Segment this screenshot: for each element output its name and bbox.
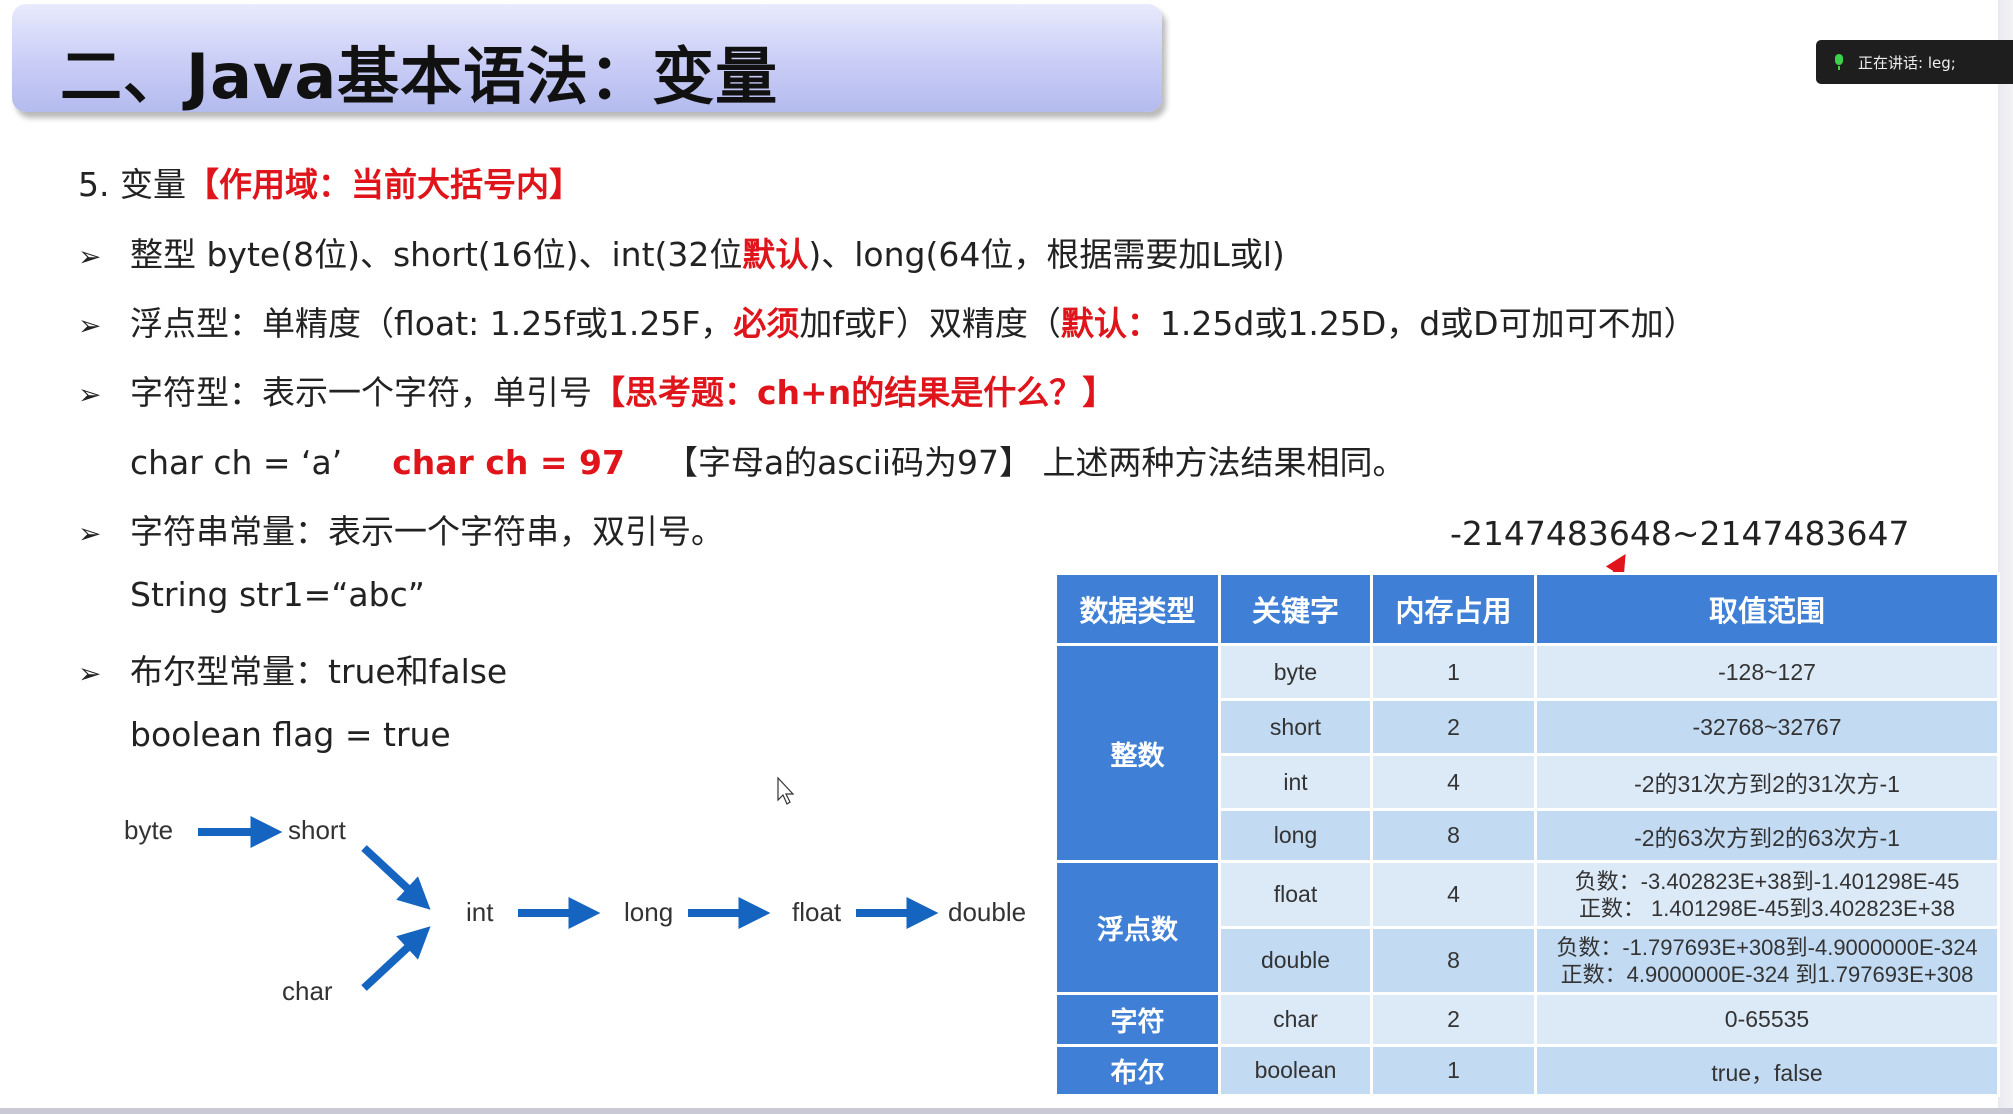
integer-text-1: 整型 byte(8位)、short(16位)、int(32位 bbox=[130, 235, 743, 274]
window-edge bbox=[1998, 0, 2013, 1114]
cell-keyword: double bbox=[1218, 926, 1373, 995]
float-default: 默认： bbox=[1060, 304, 1160, 343]
arrow-short-int bbox=[361, 845, 431, 910]
cell-range: 负数：-1.797693E+308到-4.9000000E-324 正数：4.9… bbox=[1534, 926, 2000, 995]
integer-default: 默认 bbox=[742, 235, 809, 274]
cell-size: 4 bbox=[1370, 860, 1537, 929]
range-negative: 负数：-1.797693E+308到-4.9000000E-324 bbox=[1556, 934, 1978, 960]
float-must: 必须 bbox=[733, 304, 800, 343]
table-row: 字符 char 2 0-65535 bbox=[1054, 992, 2000, 1047]
conv-double: double bbox=[948, 897, 1027, 927]
speaking-text: 正在讲话: leg; bbox=[1858, 53, 1956, 72]
conv-short: short bbox=[288, 815, 346, 845]
cell-size: 2 bbox=[1370, 992, 1537, 1047]
category-float: 浮点数 bbox=[1054, 860, 1221, 995]
title-bar: 二、Java基本语法：变量 bbox=[12, 4, 1162, 113]
conv-float: float bbox=[792, 897, 842, 927]
slide-title: 二、Java基本语法：变量 bbox=[60, 40, 779, 113]
boolean-example: boolean flag = true bbox=[130, 715, 451, 754]
table-header-row: 数据类型 关键字 内存占用 取值范围 bbox=[1054, 572, 2000, 646]
char-example-line: char ch = ‘a’ char ch = 97 【字母a的ascii码为97】… bbox=[130, 436, 1406, 484]
header-keyword: 关键字 bbox=[1218, 572, 1373, 646]
category-integer: 整数 bbox=[1054, 643, 1221, 863]
float-line: ➢ 浮点型：单精度（float: 1.25f或1.25F，必须加f或F）双精度（默… bbox=[78, 297, 1697, 345]
microphone-icon bbox=[1834, 54, 1844, 70]
window-bottom-edge bbox=[0, 1108, 2013, 1114]
cell-keyword: byte bbox=[1218, 643, 1373, 701]
conv-char: char bbox=[282, 976, 333, 1006]
cell-size: 4 bbox=[1370, 753, 1537, 811]
conv-int: int bbox=[466, 897, 494, 927]
cell-range: true，false bbox=[1534, 1044, 2000, 1097]
header-type: 数据类型 bbox=[1054, 572, 1221, 646]
cell-range: 负数：-3.402823E+38到-1.401298E-45 正数： 1.401… bbox=[1534, 860, 2000, 929]
cell-keyword: int bbox=[1218, 753, 1373, 811]
arrow-bullet-icon: ➢ bbox=[78, 240, 102, 273]
boolean-example-line: boolean flag = true bbox=[130, 715, 451, 754]
table-row: 整数 byte 1 -128~127 bbox=[1054, 643, 2000, 863]
cell-keyword: float bbox=[1218, 860, 1373, 929]
boolean-line: ➢ 布尔型常量：true和false bbox=[78, 645, 507, 693]
float-text-1: 浮点型：单精度（float: 1.25f或1.25F， bbox=[130, 304, 734, 343]
table-row: 布尔 boolean 1 true，false bbox=[1054, 1044, 2000, 1097]
header-memory: 内存占用 bbox=[1370, 572, 1537, 646]
char-example-1: char ch = ‘a’ bbox=[130, 443, 343, 482]
cell-size: 2 bbox=[1370, 698, 1537, 756]
string-example: String str1=“abc” bbox=[130, 575, 425, 614]
arrow-char-int bbox=[361, 926, 431, 991]
cell-size: 1 bbox=[1370, 1044, 1537, 1097]
float-text-2: 加f或F）双精度（ bbox=[799, 304, 1061, 343]
section-prefix: 5. 变量 bbox=[78, 165, 186, 204]
conv-long: long bbox=[624, 897, 674, 927]
char-line: ➢ 字符型：表示一个字符，单引号【思考题：ch+n的结果是什么？】 bbox=[78, 366, 1115, 414]
range-positive: 正数：4.9000000E-324 到1.797693E+308 bbox=[1560, 961, 1974, 987]
category-char: 字符 bbox=[1054, 992, 1221, 1047]
range-negative: 负数：-3.402823E+38到-1.401298E-45 bbox=[1574, 868, 1960, 894]
char-text-1: 字符型：表示一个字符，单引号 bbox=[130, 373, 592, 412]
string-example-line: String str1=“abc” bbox=[130, 575, 425, 614]
cell-range: -32768~32767 bbox=[1534, 698, 2000, 756]
cell-size: 8 bbox=[1370, 926, 1537, 995]
header-range: 取值范围 bbox=[1534, 572, 2000, 646]
cell-size: 8 bbox=[1370, 808, 1537, 863]
mouse-cursor-icon bbox=[777, 776, 795, 805]
cell-size: 1 bbox=[1370, 643, 1537, 701]
cell-keyword: char bbox=[1218, 992, 1373, 1047]
float-text-3: 1.25d或1.25D，d或D可加可不加） bbox=[1159, 304, 1697, 343]
table-row: 浮点数 float 4 负数：-3.402823E+38到-1.401298E-… bbox=[1054, 860, 2000, 995]
string-text: 字符串常量：表示一个字符串，双引号。 bbox=[130, 512, 724, 551]
scope-note: 【作用域：当前大括号内】 bbox=[185, 165, 582, 204]
arrow-bullet-icon: ➢ bbox=[78, 378, 102, 411]
arrow-bullet-icon: ➢ bbox=[78, 309, 102, 342]
cell-keyword: short bbox=[1218, 698, 1373, 756]
category-boolean: 布尔 bbox=[1054, 1044, 1221, 1097]
cell-keyword: boolean bbox=[1218, 1044, 1373, 1097]
arrow-bullet-icon: ➢ bbox=[78, 517, 102, 550]
integer-line: ➢ 整型 byte(8位)、short(16位)、int(32位默认)、long(… bbox=[78, 228, 1285, 276]
char-example-2: 【字母a的ascii码为97】 上述两种方法结果相同。 bbox=[664, 443, 1406, 482]
conv-byte: byte bbox=[124, 815, 174, 845]
section-heading: 5. 变量【作用域：当前大括号内】 bbox=[78, 158, 582, 206]
integer-text-2: )、long(64位，根据需要加L或l) bbox=[808, 235, 1285, 274]
cell-range: -2的63次方到2的63次方-1 bbox=[1534, 808, 2000, 863]
arrow-bullet-icon: ➢ bbox=[78, 657, 102, 690]
cell-range: -128~127 bbox=[1534, 643, 2000, 701]
boolean-text: 布尔型常量：true和false bbox=[130, 652, 508, 691]
speaking-indicator: 正在讲话: leg; bbox=[1816, 40, 2013, 84]
char-question: 【思考题：ch+n的结果是什么？】 bbox=[592, 373, 1116, 412]
data-type-table: 数据类型 关键字 内存占用 取值范围 整数 byte 1 -128~127 sh… bbox=[1054, 572, 2000, 1097]
cell-keyword: long bbox=[1218, 808, 1373, 863]
string-line: ➢ 字符串常量：表示一个字符串，双引号。 bbox=[78, 505, 724, 553]
cell-range: 0-65535 bbox=[1534, 992, 2000, 1047]
cell-range: -2的31次方到2的31次方-1 bbox=[1534, 753, 2000, 811]
range-positive: 正数： 1.401298E-45到3.402823E+38 bbox=[1578, 895, 1956, 921]
int-range-note: -2147483648~2147483647 bbox=[1450, 514, 1910, 553]
char-example-red: char ch = 97 bbox=[392, 443, 625, 482]
